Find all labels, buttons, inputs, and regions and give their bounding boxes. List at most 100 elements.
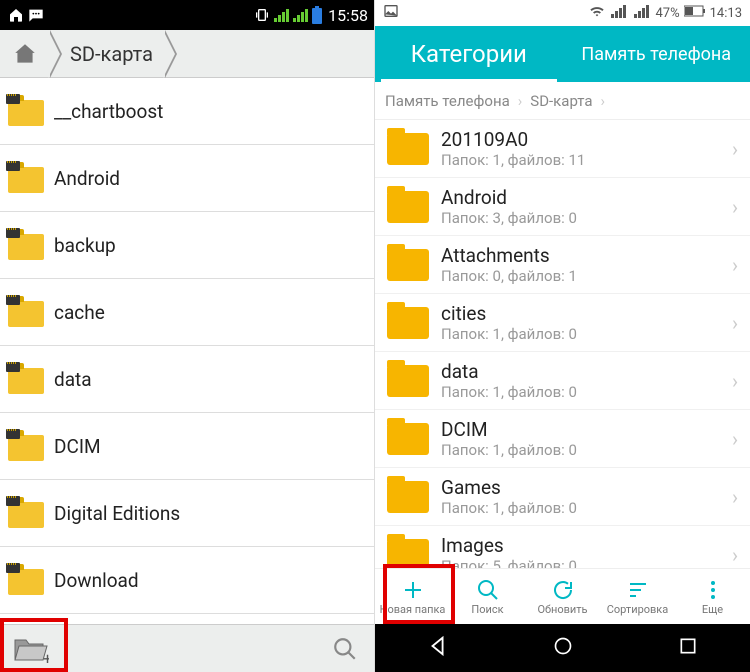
folder-icon bbox=[8, 565, 44, 595]
search-button[interactable] bbox=[326, 630, 364, 668]
breadcrumb: SD-карта bbox=[0, 30, 374, 78]
list-item[interactable]: cache bbox=[0, 279, 374, 346]
battery-percent: 47% bbox=[655, 6, 679, 21]
folder-icon bbox=[8, 364, 44, 394]
breadcrumb: Память телефона › SD-карта › bbox=[375, 82, 750, 120]
folder-name: data bbox=[441, 360, 728, 383]
search-button[interactable]: Поиск bbox=[450, 577, 525, 616]
folder-name: Download bbox=[54, 569, 139, 592]
folder-subtitle: Папок: 1, файлов: 11 bbox=[441, 151, 728, 169]
folder-name: Images bbox=[441, 534, 728, 557]
folder-icon bbox=[387, 423, 429, 455]
folder-name: 201109A0 bbox=[441, 128, 728, 151]
wifi-icon bbox=[589, 4, 605, 22]
search-icon bbox=[332, 636, 358, 662]
folder-name: cache bbox=[54, 301, 105, 324]
battery-icon bbox=[684, 5, 706, 21]
chevron-right-icon: › bbox=[732, 311, 738, 335]
refresh-button[interactable]: Обновить bbox=[525, 577, 600, 616]
breadcrumb-phone[interactable]: Память телефона bbox=[385, 92, 510, 110]
back-button[interactable] bbox=[427, 635, 449, 661]
folder-icon bbox=[8, 498, 44, 528]
chevron-right-icon: › bbox=[732, 195, 738, 219]
signal-icon-2 bbox=[293, 8, 308, 22]
status-bar: 47% 14:13 bbox=[375, 0, 750, 26]
list-item[interactable]: 201109A0Папок: 1, файлов: 11› bbox=[375, 120, 750, 178]
battery-icon bbox=[312, 6, 322, 24]
folder-subtitle: Папок: 5, файлов: 0 bbox=[441, 557, 728, 568]
picture-icon bbox=[383, 3, 399, 23]
folder-name: Attachments bbox=[441, 244, 728, 267]
folder-icon bbox=[387, 133, 429, 165]
list-item[interactable]: data bbox=[0, 346, 374, 413]
sort-icon bbox=[626, 577, 650, 603]
list-item[interactable]: Digital Editions bbox=[0, 480, 374, 547]
highlight-box bbox=[0, 618, 68, 672]
folder-icon bbox=[387, 365, 429, 397]
chevron-right-icon: › bbox=[518, 92, 523, 110]
signal-icon bbox=[274, 8, 289, 22]
list-item[interactable]: __chartboost bbox=[0, 78, 374, 145]
signal-icon-2 bbox=[632, 4, 651, 22]
phone-right-file-manager: 47% 14:13 Категории Память телефона Памя… bbox=[375, 0, 750, 672]
chevron-right-icon: › bbox=[732, 369, 738, 393]
refresh-icon bbox=[551, 577, 575, 603]
list-item[interactable]: Android bbox=[0, 145, 374, 212]
phone-left-file-manager: 15:58 SD-карта __chartboost Android back… bbox=[0, 0, 375, 672]
list-item[interactable]: AttachmentsПапок: 0, файлов: 1› bbox=[375, 236, 750, 294]
folder-name: Android bbox=[54, 167, 120, 190]
signal-icon bbox=[609, 4, 628, 22]
folder-icon bbox=[387, 191, 429, 223]
chevron-right-icon: › bbox=[732, 137, 738, 161]
folder-icon bbox=[8, 96, 44, 126]
list-item[interactable]: Download bbox=[0, 547, 374, 614]
tab-bar: Категории Память телефона bbox=[375, 26, 750, 82]
list-item[interactable]: DCIMПапок: 1, файлов: 0› bbox=[375, 410, 750, 468]
clock: 15:58 bbox=[328, 6, 368, 25]
folder-icon bbox=[8, 297, 44, 327]
list-item[interactable]: AndroidПапок: 3, файлов: 0› bbox=[375, 178, 750, 236]
highlight-box bbox=[383, 564, 455, 624]
folder-name: DCIM bbox=[54, 435, 101, 458]
chevron-right-icon: › bbox=[732, 485, 738, 509]
folder-name: Android bbox=[441, 186, 728, 209]
tab-phone-storage[interactable]: Память телефона bbox=[563, 26, 750, 82]
chat-icon bbox=[28, 7, 44, 23]
folder-subtitle: Папок: 1, файлов: 0 bbox=[441, 383, 728, 401]
home-icon bbox=[12, 41, 38, 67]
home-button[interactable] bbox=[553, 636, 573, 660]
status-bar: 15:58 bbox=[0, 0, 374, 30]
chevron-right-icon: › bbox=[732, 253, 738, 277]
vibrate-icon bbox=[254, 7, 270, 23]
folder-subtitle: Папок: 1, файлов: 0 bbox=[441, 499, 728, 517]
folder-name: Games bbox=[441, 476, 728, 499]
breadcrumb-label: SD-карта bbox=[70, 42, 153, 66]
list-item[interactable]: GamesПапок: 1, файлов: 0› bbox=[375, 468, 750, 526]
sort-button[interactable]: Сортировка bbox=[600, 577, 675, 616]
folder-icon bbox=[8, 163, 44, 193]
list-item[interactable]: DCIM bbox=[0, 413, 374, 480]
folder-name: cities bbox=[441, 302, 728, 325]
breadcrumb-home[interactable] bbox=[0, 30, 48, 77]
folder-subtitle: Папок: 3, файлов: 0 bbox=[441, 209, 728, 227]
chevron-right-icon: › bbox=[732, 543, 738, 567]
folder-name: __chartboost bbox=[54, 100, 163, 123]
list-item[interactable]: ImagesПапок: 5, файлов: 0 › bbox=[375, 526, 750, 568]
folder-subtitle: Папок: 1, файлов: 0 bbox=[441, 441, 728, 459]
breadcrumb-sdcard[interactable]: SD-карта bbox=[48, 30, 163, 77]
list-item[interactable]: backup bbox=[0, 212, 374, 279]
tab-categories[interactable]: Категории bbox=[375, 26, 563, 82]
chevron-right-icon: › bbox=[732, 427, 738, 451]
folder-name: backup bbox=[54, 234, 116, 257]
folder-icon bbox=[387, 249, 429, 281]
home-indicator-icon bbox=[8, 7, 24, 23]
folder-name: Digital Editions bbox=[54, 502, 180, 525]
recent-button[interactable] bbox=[678, 636, 698, 660]
folder-list: 201109A0Папок: 1, файлов: 11› AndroidПап… bbox=[375, 120, 750, 568]
breadcrumb-sdcard[interactable]: SD-карта bbox=[530, 92, 592, 110]
more-button[interactable]: Еще bbox=[675, 577, 750, 616]
folder-subtitle: Папок: 1, файлов: 0 bbox=[441, 325, 728, 343]
list-item[interactable]: dataПапок: 1, файлов: 0› bbox=[375, 352, 750, 410]
folder-subtitle: Папок: 0, файлов: 1 bbox=[441, 267, 728, 285]
list-item[interactable]: citiesПапок: 1, файлов: 0› bbox=[375, 294, 750, 352]
